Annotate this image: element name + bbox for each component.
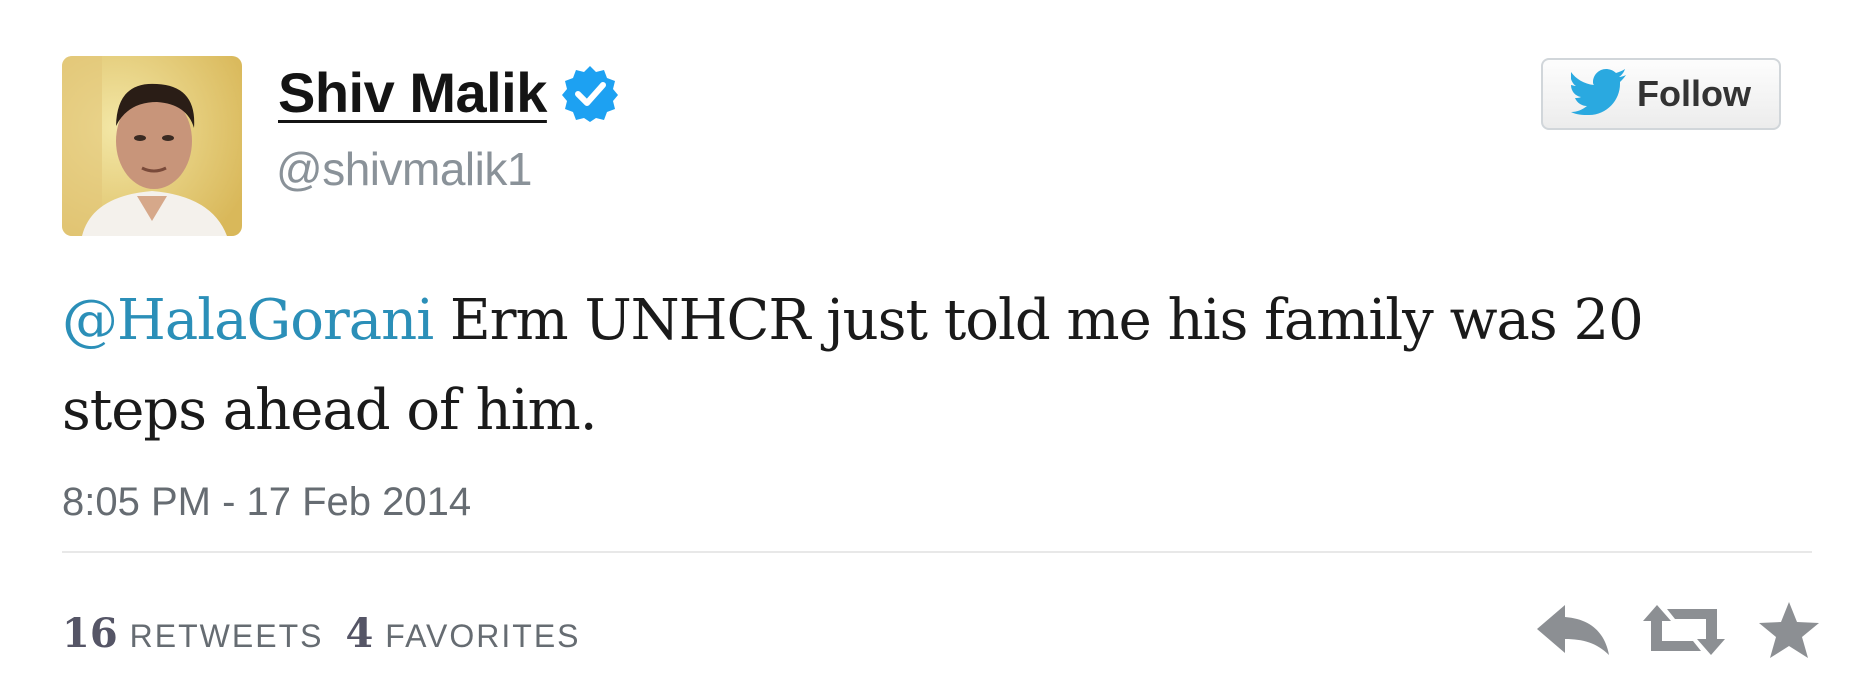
- reply-icon[interactable]: [1535, 603, 1643, 662]
- retweet-icon[interactable]: [1643, 603, 1757, 662]
- follow-button-label: Follow: [1637, 73, 1751, 114]
- author-name-link[interactable]: Shiv Malik: [278, 64, 619, 122]
- retweets-label: RETWEETS: [129, 618, 324, 654]
- retweets-count: 16: [62, 610, 118, 657]
- twitter-bird-icon: [1570, 68, 1637, 120]
- author-handle: @shivmalik1: [276, 143, 532, 195]
- mention-link[interactable]: @HalaGorani: [62, 288, 434, 353]
- tweet-timestamp[interactable]: 8:05 PM - 17 Feb 2014: [62, 482, 471, 522]
- tweet-text: @HalaGorani Erm UNHCR just told me his f…: [62, 276, 1762, 456]
- favorites-count: 4: [345, 610, 374, 657]
- follow-button[interactable]: Follow: [1541, 58, 1781, 130]
- tweet-actions: [1535, 600, 1821, 665]
- divider: [62, 551, 1812, 553]
- avatar[interactable]: [62, 56, 242, 236]
- retweets-stat[interactable]: 16 RETWEETS: [62, 610, 323, 657]
- favorites-stat[interactable]: 4 FAVORITES: [345, 610, 580, 657]
- favorites-label: FAVORITES: [385, 618, 581, 654]
- embedded-tweet: Shiv Malik @shivmalik1 Follow @HalaGoran…: [0, 0, 1871, 700]
- verified-badge-icon: [561, 64, 619, 122]
- profile-photo: [62, 56, 242, 236]
- author-display-name: Shiv Malik: [278, 61, 547, 124]
- tweet-stats: 16 RETWEETS 4 FAVORITES: [62, 610, 603, 657]
- star-icon[interactable]: [1757, 600, 1821, 665]
